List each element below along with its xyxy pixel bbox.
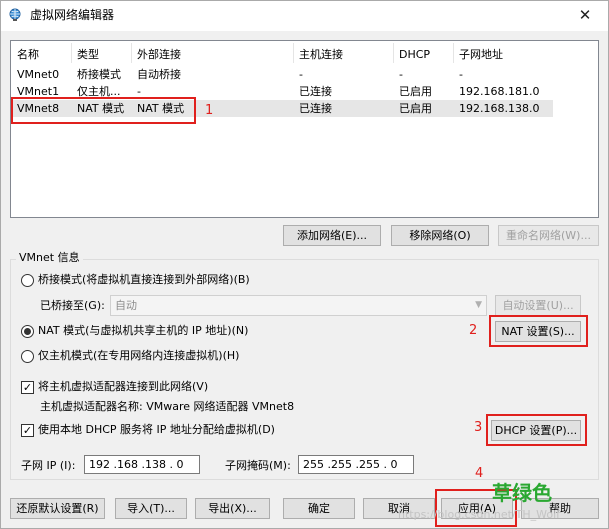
- ok-button[interactable]: 确定: [283, 498, 355, 519]
- annotation-number-1: 1: [205, 103, 214, 118]
- column-header-external[interactable]: 外部连接: [137, 48, 181, 62]
- bridged-to-select[interactable]: 自动 ▼: [110, 295, 487, 316]
- dhcp-label[interactable]: 使用本地 DHCP 服务将 IP 地址分配给虚拟机(D): [38, 423, 275, 437]
- window-title: 虚拟网络编辑器: [30, 8, 115, 22]
- column-separator[interactable]: [71, 43, 72, 63]
- network-globe-icon: [9, 8, 21, 21]
- bridged-mode-radio[interactable]: [21, 274, 34, 287]
- adapter-name-label: 主机虚拟适配器名称: VMware 网络适配器 VMnet8: [40, 400, 295, 413]
- host-only-radio[interactable]: [21, 350, 34, 363]
- column-header-host-connection[interactable]: 主机连接: [299, 48, 343, 62]
- vmnet-info-group: [10, 259, 599, 480]
- subnet-ip-label: 子网 IP (I):: [21, 459, 76, 472]
- vmnet-info-legend: VMnet 信息: [16, 251, 83, 265]
- column-separator[interactable]: [453, 43, 454, 63]
- connect-adapter-checkbox[interactable]: ✓: [21, 381, 34, 394]
- export-button[interactable]: 导出(X)...: [195, 498, 270, 519]
- column-separator[interactable]: [293, 43, 294, 63]
- annotation-box-1: [11, 97, 196, 124]
- column-header-type[interactable]: 类型: [77, 48, 99, 62]
- column-header-subnet[interactable]: 子网地址: [459, 48, 503, 62]
- cell-subnet: -: [459, 68, 463, 81]
- cell-host: 已连接: [299, 85, 332, 98]
- annotation-number-4: 4: [475, 466, 484, 481]
- cell-dhcp: 已启用: [399, 85, 432, 98]
- cell-dhcp: 已启用: [399, 102, 432, 115]
- auto-settings-button[interactable]: 自动设置(U)...: [495, 295, 581, 316]
- bridged-mode-label[interactable]: 桥接模式(将虚拟机直接连接到外部网络)(B): [38, 273, 250, 287]
- restore-defaults-button[interactable]: 还原默认设置(R): [10, 498, 105, 519]
- nat-mode-radio[interactable]: [21, 325, 34, 338]
- column-separator[interactable]: [393, 43, 394, 63]
- annotation-number-2: 2: [469, 323, 478, 338]
- annotation-number-3: 3: [474, 420, 483, 435]
- column-separator[interactable]: [131, 43, 132, 63]
- close-icon[interactable]: ✕: [570, 3, 600, 27]
- cell-host: -: [299, 68, 303, 81]
- column-header-dhcp[interactable]: DHCP: [399, 48, 430, 62]
- remove-network-button[interactable]: 移除网络(O): [391, 225, 489, 246]
- rename-network-button[interactable]: 重命名网络(W)...: [498, 225, 599, 246]
- bridged-to-label: 已桥接至(G):: [40, 299, 105, 312]
- chevron-down-icon: ▼: [475, 300, 482, 310]
- host-only-label[interactable]: 仅主机模式(在专用网络内连接虚拟机)(H): [38, 349, 239, 363]
- cell-external: 自动桥接: [137, 68, 181, 81]
- annotation-box-3: [486, 414, 587, 446]
- subnet-mask-input[interactable]: 255 .255 .255 . 0: [298, 455, 414, 474]
- watermark: https://blog.csdn.net/TH_Wolf: [398, 508, 561, 521]
- network-list[interactable]: 名称 类型 外部连接 主机连接 DHCP 子网地址 VMnet0 桥接模式 自动…: [10, 40, 599, 218]
- connect-adapter-label[interactable]: 将主机虚拟适配器连接到此网络(V): [38, 380, 208, 394]
- cell-subnet: 192.168.138.0: [459, 102, 540, 115]
- cell-type: 桥接模式: [77, 68, 121, 81]
- nat-mode-label[interactable]: NAT 模式(与虚拟机共享主机的 IP 地址)(N): [38, 324, 248, 338]
- subnet-ip-input[interactable]: 192 .168 .138 . 0: [84, 455, 200, 474]
- cell-name: VMnet0: [17, 68, 60, 81]
- column-header-name[interactable]: 名称: [17, 48, 39, 62]
- import-button[interactable]: 导入(T)...: [115, 498, 187, 519]
- add-network-button[interactable]: 添加网络(E)...: [283, 225, 381, 246]
- cell-subnet: 192.168.181.0: [459, 85, 540, 98]
- bridged-to-value: 自动: [115, 299, 137, 312]
- dhcp-checkbox[interactable]: ✓: [21, 424, 34, 437]
- annotation-box-2: [489, 315, 588, 347]
- subnet-mask-label: 子网掩码(M):: [225, 459, 291, 472]
- cell-host: 已连接: [299, 102, 332, 115]
- cell-dhcp: -: [399, 68, 403, 81]
- annotation-green-text: 草绿色: [492, 481, 552, 505]
